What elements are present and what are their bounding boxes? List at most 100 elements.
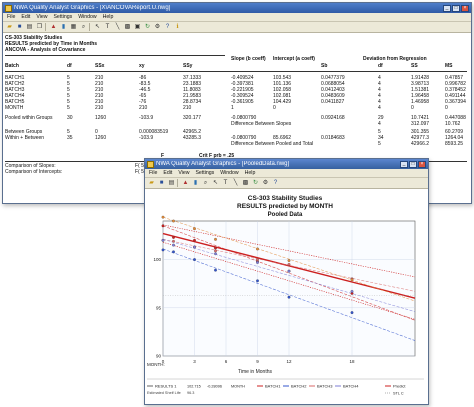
report-divider [5,55,225,56]
close-button[interactable]: × [418,160,426,168]
legend-label: BATCH3 [317,384,333,389]
data-point [161,224,165,228]
histogram-icon[interactable]: ▮ [191,179,200,187]
table-cell: 0.0184683 [321,135,345,141]
chart-content: CS-303 Stability Studies RESULTS predict… [145,189,428,404]
menu-view[interactable]: View [178,170,189,176]
chart-window-titlebar[interactable]: NWA Quality Analyst Graphics - [PooledDa… [145,159,428,169]
col-header-df: df [67,63,72,69]
table-cell: 8593.25 [445,141,464,147]
menu-window[interactable]: Window [78,14,96,20]
chart-window: NWA Quality Analyst Graphics - [PooledDa… [144,158,429,405]
pointer-icon[interactable]: ↖ [211,179,220,187]
data-point [287,259,291,262]
chart-icon[interactable]: ▲ [181,179,190,187]
table-cell: 5 [67,105,70,111]
refresh-icon[interactable]: ↻ [251,179,260,187]
minimize-button[interactable]: _ [400,160,408,168]
legend-label: RESULTS 1 [155,384,177,389]
zoom-icon[interactable]: ⌕ [79,23,88,31]
maximize-button[interactable]: □ [452,4,460,12]
report-divider [5,71,467,72]
menu-file[interactable]: File [149,170,157,176]
table-cell: 0 [445,105,448,111]
x-axis-name: MONTH: [147,362,165,367]
text-tool-icon[interactable]: T [221,179,230,187]
text-tool-icon[interactable]: T [103,23,112,31]
menu-help[interactable]: Help [245,170,256,176]
grid-icon[interactable]: ▩ [241,179,250,187]
chart-icon[interactable]: ▲ [49,23,58,31]
data-point [161,248,165,252]
chart-pooled-label: Pooled Data [268,212,303,218]
open-folder-icon[interactable]: ▰ [147,179,156,187]
col-header-ssx: SSx [95,63,105,69]
refresh-icon[interactable]: ↻ [143,23,152,31]
data-point [214,246,217,250]
menu-settings[interactable]: Settings [53,14,72,20]
grid-icon[interactable]: ▩ [123,23,132,31]
toolbar-separator [45,23,48,31]
save-icon[interactable]: ■ [157,179,166,187]
data-point [256,247,259,251]
table-cell: -0.361905 [231,99,254,105]
menu-file[interactable]: File [7,14,15,20]
report-window-titlebar[interactable]: NWA Quality Analyst Graphics - [X\ANCOVA… [3,3,471,13]
line-tool-icon[interactable]: ╲ [231,179,240,187]
print-icon[interactable]: ▤ [25,23,34,31]
x-tick-label: 12 [286,359,292,364]
info-icon[interactable]: ℹ [173,23,182,31]
data-point [172,239,175,243]
settings-icon[interactable]: ⚙ [261,179,270,187]
table-cell: -103.9 [139,135,154,141]
histogram-icon[interactable]: ▮ [59,23,68,31]
menu-window[interactable]: Window [220,170,238,176]
zoom-icon[interactable]: ⌕ [201,179,210,187]
legend-slope: -0.28096 [207,385,222,389]
menu-edit[interactable]: Edit [21,14,30,20]
save-icon[interactable]: ■ [15,23,24,31]
x-tick-label: 18 [349,359,355,364]
table-cell: 0.0411827 [321,99,345,105]
layers-icon[interactable]: ▣ [133,23,142,31]
col-header-dev-ms: MS [445,63,453,69]
print-icon[interactable]: ▤ [167,179,176,187]
data-point [214,237,217,241]
settings-icon[interactable]: ⚙ [153,23,162,31]
data-point [256,258,259,261]
menu-settings[interactable]: Settings [195,170,214,176]
chart-window-title: NWA Quality Analyst Graphics - [PooledDa… [156,161,290,167]
open-folder-icon[interactable]: ▰ [5,23,14,31]
line-tool-icon[interactable]: ╲ [113,23,122,31]
col-header-sb: Sb [321,63,328,69]
chart-subtitle: RESULTS predicted by MONTH [237,203,333,210]
within-between-label: Within + Between [5,135,45,141]
data-point [172,243,175,247]
close-button[interactable]: × [461,4,469,12]
col-header-intercept: Intercept (a coeff) [273,56,315,62]
data-point [193,258,196,261]
pointer-icon[interactable]: ↖ [93,23,102,31]
data-point [256,261,259,264]
maximize-button[interactable]: □ [409,160,417,168]
legend-label: Predict [393,384,406,389]
help-icon[interactable]: ? [163,23,172,31]
data-point [214,268,217,272]
col-header-batch: Batch [5,63,19,69]
table-cell: 0 [273,105,276,111]
chart-toolbar: ▰ ■ ▤ ▲ ▮ ⌕ ↖ T ╲ ▩ ↻ ⚙ ? [145,178,428,189]
menu-view[interactable]: View [36,14,47,20]
menu-edit[interactable]: Edit [163,170,172,176]
menu-help[interactable]: Help [103,14,114,20]
table-cell: 0.0924168 [321,115,345,121]
data-point [172,235,175,239]
report-method: ANCOVA - Analysis of Covariance [5,47,86,53]
table-cell: -103.9 [139,115,154,121]
data-point [214,252,217,256]
table-icon[interactable]: ▦ [69,23,78,31]
copy-icon[interactable]: ❐ [35,23,44,31]
help-icon[interactable]: ? [271,179,280,187]
y-tick-label: 90 [156,354,162,359]
minimize-button[interactable]: _ [443,4,451,12]
table-cell: 43285.3 [183,135,202,141]
